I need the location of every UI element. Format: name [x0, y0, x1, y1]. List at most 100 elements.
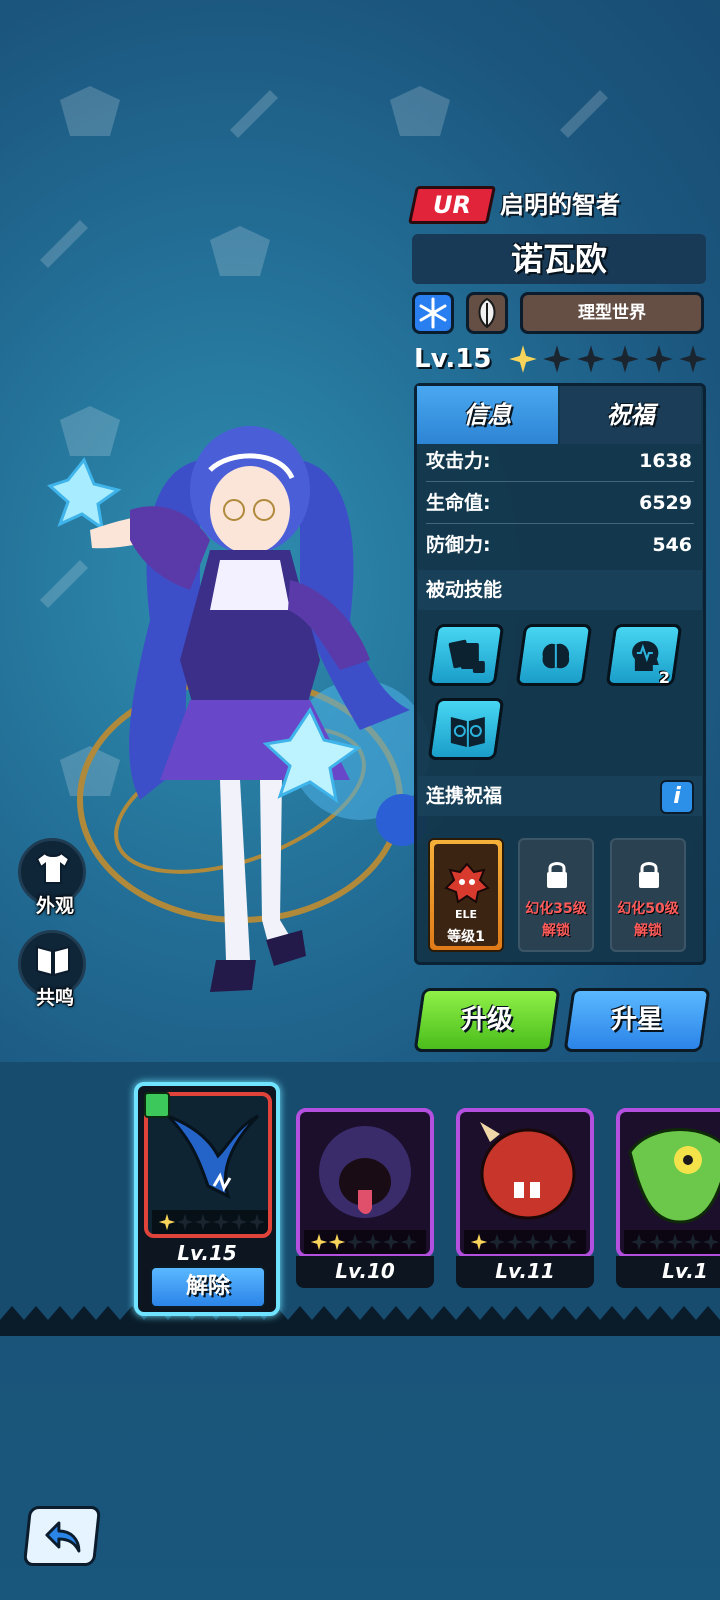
pet-card[interactable]: Lv.11 — [456, 1108, 594, 1288]
star-empty-icon — [230, 1213, 248, 1231]
hero-name-bar: 诺瓦欧 — [412, 234, 706, 284]
purple-beast-icon — [319, 1126, 411, 1218]
pet-portrait — [616, 1108, 720, 1258]
star-filled-icon — [310, 1233, 328, 1251]
stat-attack: 攻击力: 1638 — [418, 442, 702, 480]
passive-skill-3[interactable]: 2 — [605, 624, 683, 687]
passive-skills-title: 被动技能 — [426, 579, 503, 601]
passive-skills-header: 被动技能 — [418, 570, 702, 610]
passive-skill-1[interactable] — [427, 624, 505, 686]
pet-star-rating — [152, 1210, 268, 1234]
bond-card-active[interactable]: ELE 等级1 — [428, 838, 504, 952]
bond-card-locked-1[interactable]: 幻化35级 解锁 — [518, 838, 594, 952]
pet-card[interactable]: Lv.10 — [296, 1108, 434, 1288]
back-button[interactable] — [22, 1506, 102, 1566]
bond-card-locked-2[interactable]: 幻化50级 解锁 — [610, 838, 686, 952]
appearance-button[interactable]: 外观 — [18, 838, 86, 917]
star-up-button[interactable]: 升星 — [563, 988, 711, 1052]
brain-icon — [542, 643, 570, 669]
book-icon — [36, 945, 70, 977]
pet-star-rating — [624, 1230, 720, 1254]
pet-portrait — [296, 1108, 434, 1258]
feather-icon — [478, 297, 496, 329]
passive-skill-4[interactable] — [427, 698, 505, 760]
appearance-label: 外观 — [35, 895, 74, 917]
star-empty-icon — [560, 1233, 578, 1251]
upgrade-label: 升级 — [460, 1005, 513, 1035]
upgrade-button[interactable]: 升级 — [413, 988, 561, 1052]
faction-label[interactable]: 理型世界 — [520, 292, 704, 334]
star-empty-icon — [176, 1213, 194, 1231]
star-empty-icon — [382, 1233, 400, 1251]
star-filled-icon — [158, 1213, 176, 1231]
class-badge[interactable] — [466, 292, 508, 334]
stat-label: 生命值: — [426, 492, 491, 514]
back-arrow-icon — [45, 1521, 81, 1553]
star-empty-icon — [542, 1233, 560, 1251]
star-empty-icon — [666, 1233, 684, 1251]
star-empty-icon — [212, 1213, 230, 1231]
star-filled-icon — [470, 1233, 488, 1251]
hero-level: Lv.15 — [414, 344, 492, 374]
star-empty-icon — [679, 345, 707, 373]
stat-value: 1638 — [639, 450, 692, 472]
passive-skill-2[interactable] — [515, 624, 593, 686]
hero-name: 诺瓦欧 — [510, 240, 607, 278]
shirt-icon — [35, 851, 71, 884]
pet-level: Lv.1 — [616, 1256, 720, 1288]
star-empty-icon — [194, 1213, 212, 1231]
pet-level: Lv.10 — [296, 1256, 434, 1288]
stat-value: 6529 — [639, 492, 692, 514]
divider — [426, 481, 694, 482]
star-empty-icon — [400, 1233, 418, 1251]
stat-hp: 生命值: 6529 — [418, 484, 702, 522]
rarity-text: UR — [433, 191, 471, 219]
pet-card-selected[interactable]: Lv.15 解除 — [134, 1082, 280, 1316]
gear-book-icon — [450, 717, 485, 747]
pet-level: Lv.11 — [456, 1256, 594, 1288]
pet-card[interactable]: Lv.1 — [616, 1108, 720, 1288]
bottom-background — [0, 1324, 720, 1600]
stat-label: 防御力: — [426, 534, 491, 556]
element-badge[interactable] — [412, 292, 454, 334]
stat-value: 546 — [652, 534, 692, 556]
red-monster-icon — [444, 862, 490, 904]
star-empty-icon — [364, 1233, 382, 1251]
tab-bless[interactable]: 祝福 — [560, 386, 701, 444]
star-empty-icon — [543, 345, 571, 373]
pet-star-rating — [304, 1230, 426, 1254]
star-empty-icon — [248, 1213, 266, 1231]
tab-info[interactable]: 信息 — [417, 386, 558, 444]
green-squid-icon — [628, 1128, 720, 1224]
equipped-tag-icon — [144, 1092, 170, 1118]
lock-icon — [547, 862, 567, 888]
spike-divider — [0, 1306, 720, 1336]
release-button[interactable]: 解除 — [150, 1266, 266, 1308]
star-empty-icon — [630, 1233, 648, 1251]
star-filled-icon — [328, 1233, 346, 1251]
stat-label: 攻击力: — [426, 450, 491, 472]
star-empty-icon — [702, 1233, 720, 1251]
hero-character-art — [47, 426, 430, 992]
rarity-badge: UR — [407, 186, 497, 224]
lock-icon — [639, 862, 659, 888]
star-filled-icon — [509, 345, 537, 373]
bond-tag: ELE — [454, 908, 478, 921]
star-empty-icon — [648, 1233, 666, 1251]
star-empty-icon — [611, 345, 639, 373]
resonance-label: 共鸣 — [35, 987, 74, 1009]
unlock-label: 解锁 — [542, 923, 570, 939]
stat-defense: 防御力: 546 — [418, 526, 702, 564]
snowflake-icon — [419, 297, 447, 329]
info-button[interactable]: i — [660, 780, 694, 814]
bond-bless-title: 连携祝福 — [426, 785, 503, 807]
resonance-button[interactable]: 共鸣 — [18, 930, 86, 1009]
skill-level-badge: 2 — [658, 668, 670, 687]
cards-dice-icon — [448, 639, 485, 673]
star-empty-icon — [577, 345, 605, 373]
hero-star-rating — [508, 342, 708, 376]
star-empty-icon — [488, 1233, 506, 1251]
unlock-requirement: 幻化50级 — [617, 901, 679, 917]
unlock-label: 解锁 — [634, 923, 662, 939]
star-empty-icon — [346, 1233, 364, 1251]
